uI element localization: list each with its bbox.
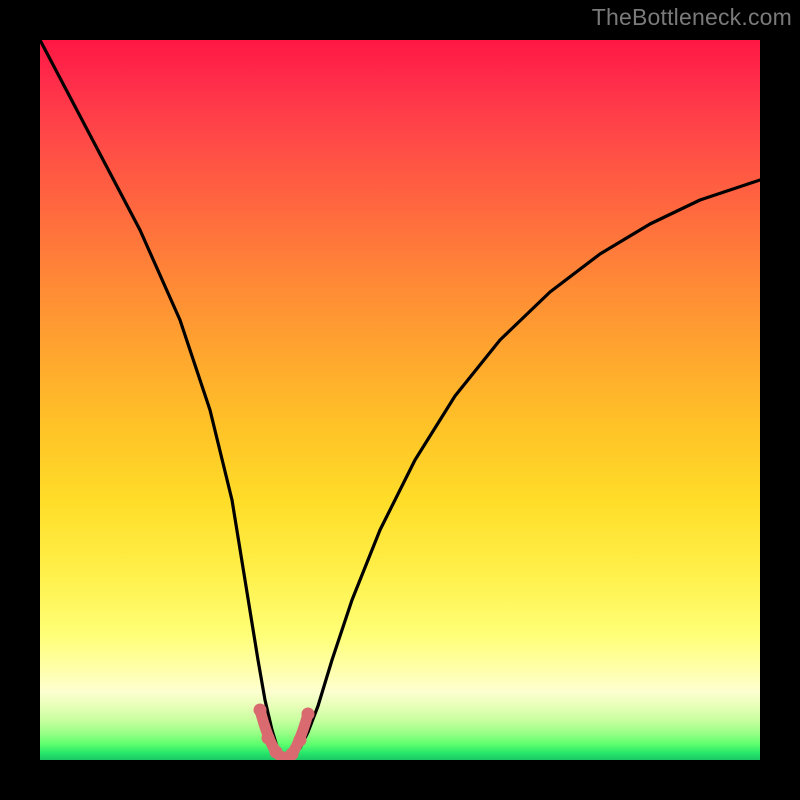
highlight-dot [286, 748, 299, 761]
highlight-dot [262, 732, 275, 745]
bottleneck-curve [40, 40, 760, 760]
highlight-dot [294, 734, 307, 747]
plot-area [40, 40, 760, 760]
highlight-dot [302, 708, 315, 721]
series-line [40, 40, 760, 757]
highlight-dot [254, 704, 267, 717]
watermark-text: TheBottleneck.com [592, 4, 792, 31]
chart-frame: TheBottleneck.com [0, 0, 800, 800]
